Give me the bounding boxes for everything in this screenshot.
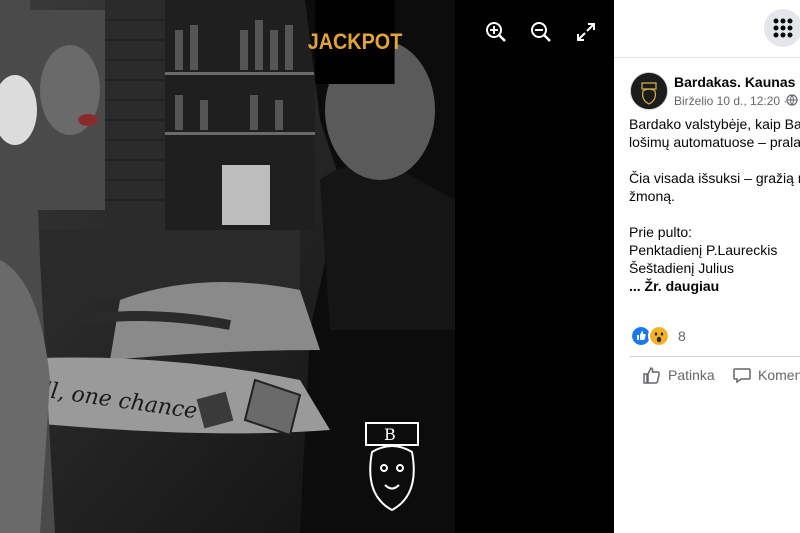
fullscreen-button[interactable] — [574, 20, 598, 44]
comment-label: Komen — [758, 367, 800, 383]
see-more-link[interactable]: ... Žr. daugiau — [629, 277, 800, 295]
post-actions: Patinka Komen — [630, 356, 800, 395]
comment-icon — [733, 368, 751, 384]
reaction-count: 8 — [678, 328, 686, 344]
like-button[interactable]: Patinka — [642, 365, 715, 385]
wow-reaction-icon — [648, 325, 670, 347]
post-line: Šeštadienį Julius — [629, 260, 735, 276]
post-line: Prie pulto: — [629, 224, 693, 240]
censor-label: JACKPOT — [308, 0, 402, 84]
post-date[interactable]: Birželio 10 d., 12:20 · — [674, 94, 787, 108]
menu-button[interactable] — [764, 9, 800, 47]
post-line: žmoną. — [629, 188, 675, 204]
post-line: lošimų automatuose – prala — [629, 134, 800, 150]
zoom-out-button[interactable] — [529, 20, 553, 44]
like-label: Patinka — [668, 367, 715, 383]
post-details-panel: Bardakas. Kaunas Birželio 10 d., 12:20 ·… — [614, 0, 800, 533]
photo-viewer: all, one chance B JACKPOT — [0, 0, 614, 533]
panel-topbar — [614, 0, 800, 58]
post-photo[interactable]: all, one chance B JACKPOT — [0, 0, 455, 533]
comment-button[interactable]: Komen — [732, 365, 800, 385]
post-line: Bardako valstybėje, kaip Bas — [629, 116, 800, 132]
post-body: Bardako valstybėje, kaip Bas lošimų auto… — [629, 115, 800, 295]
grid-menu-icon — [773, 18, 793, 38]
svg-text:B: B — [384, 425, 396, 444]
zoom-out-icon — [531, 22, 551, 42]
post-line: Penktadienį P.Laureckis — [629, 242, 778, 258]
zoom-in-icon — [486, 22, 506, 42]
expand-icon — [577, 23, 595, 41]
page-name-link[interactable]: Bardakas. Kaunas — [674, 74, 795, 90]
bardakas-logo-icon — [631, 73, 667, 109]
post-line: Čia visada išsuksi – gražią m — [629, 170, 800, 186]
page-avatar[interactable] — [630, 72, 668, 110]
globe-icon — [786, 94, 798, 106]
reaction-summary[interactable]: 8 — [630, 325, 686, 347]
thumbs-up-icon — [643, 367, 660, 384]
zoom-in-button[interactable] — [484, 20, 508, 44]
